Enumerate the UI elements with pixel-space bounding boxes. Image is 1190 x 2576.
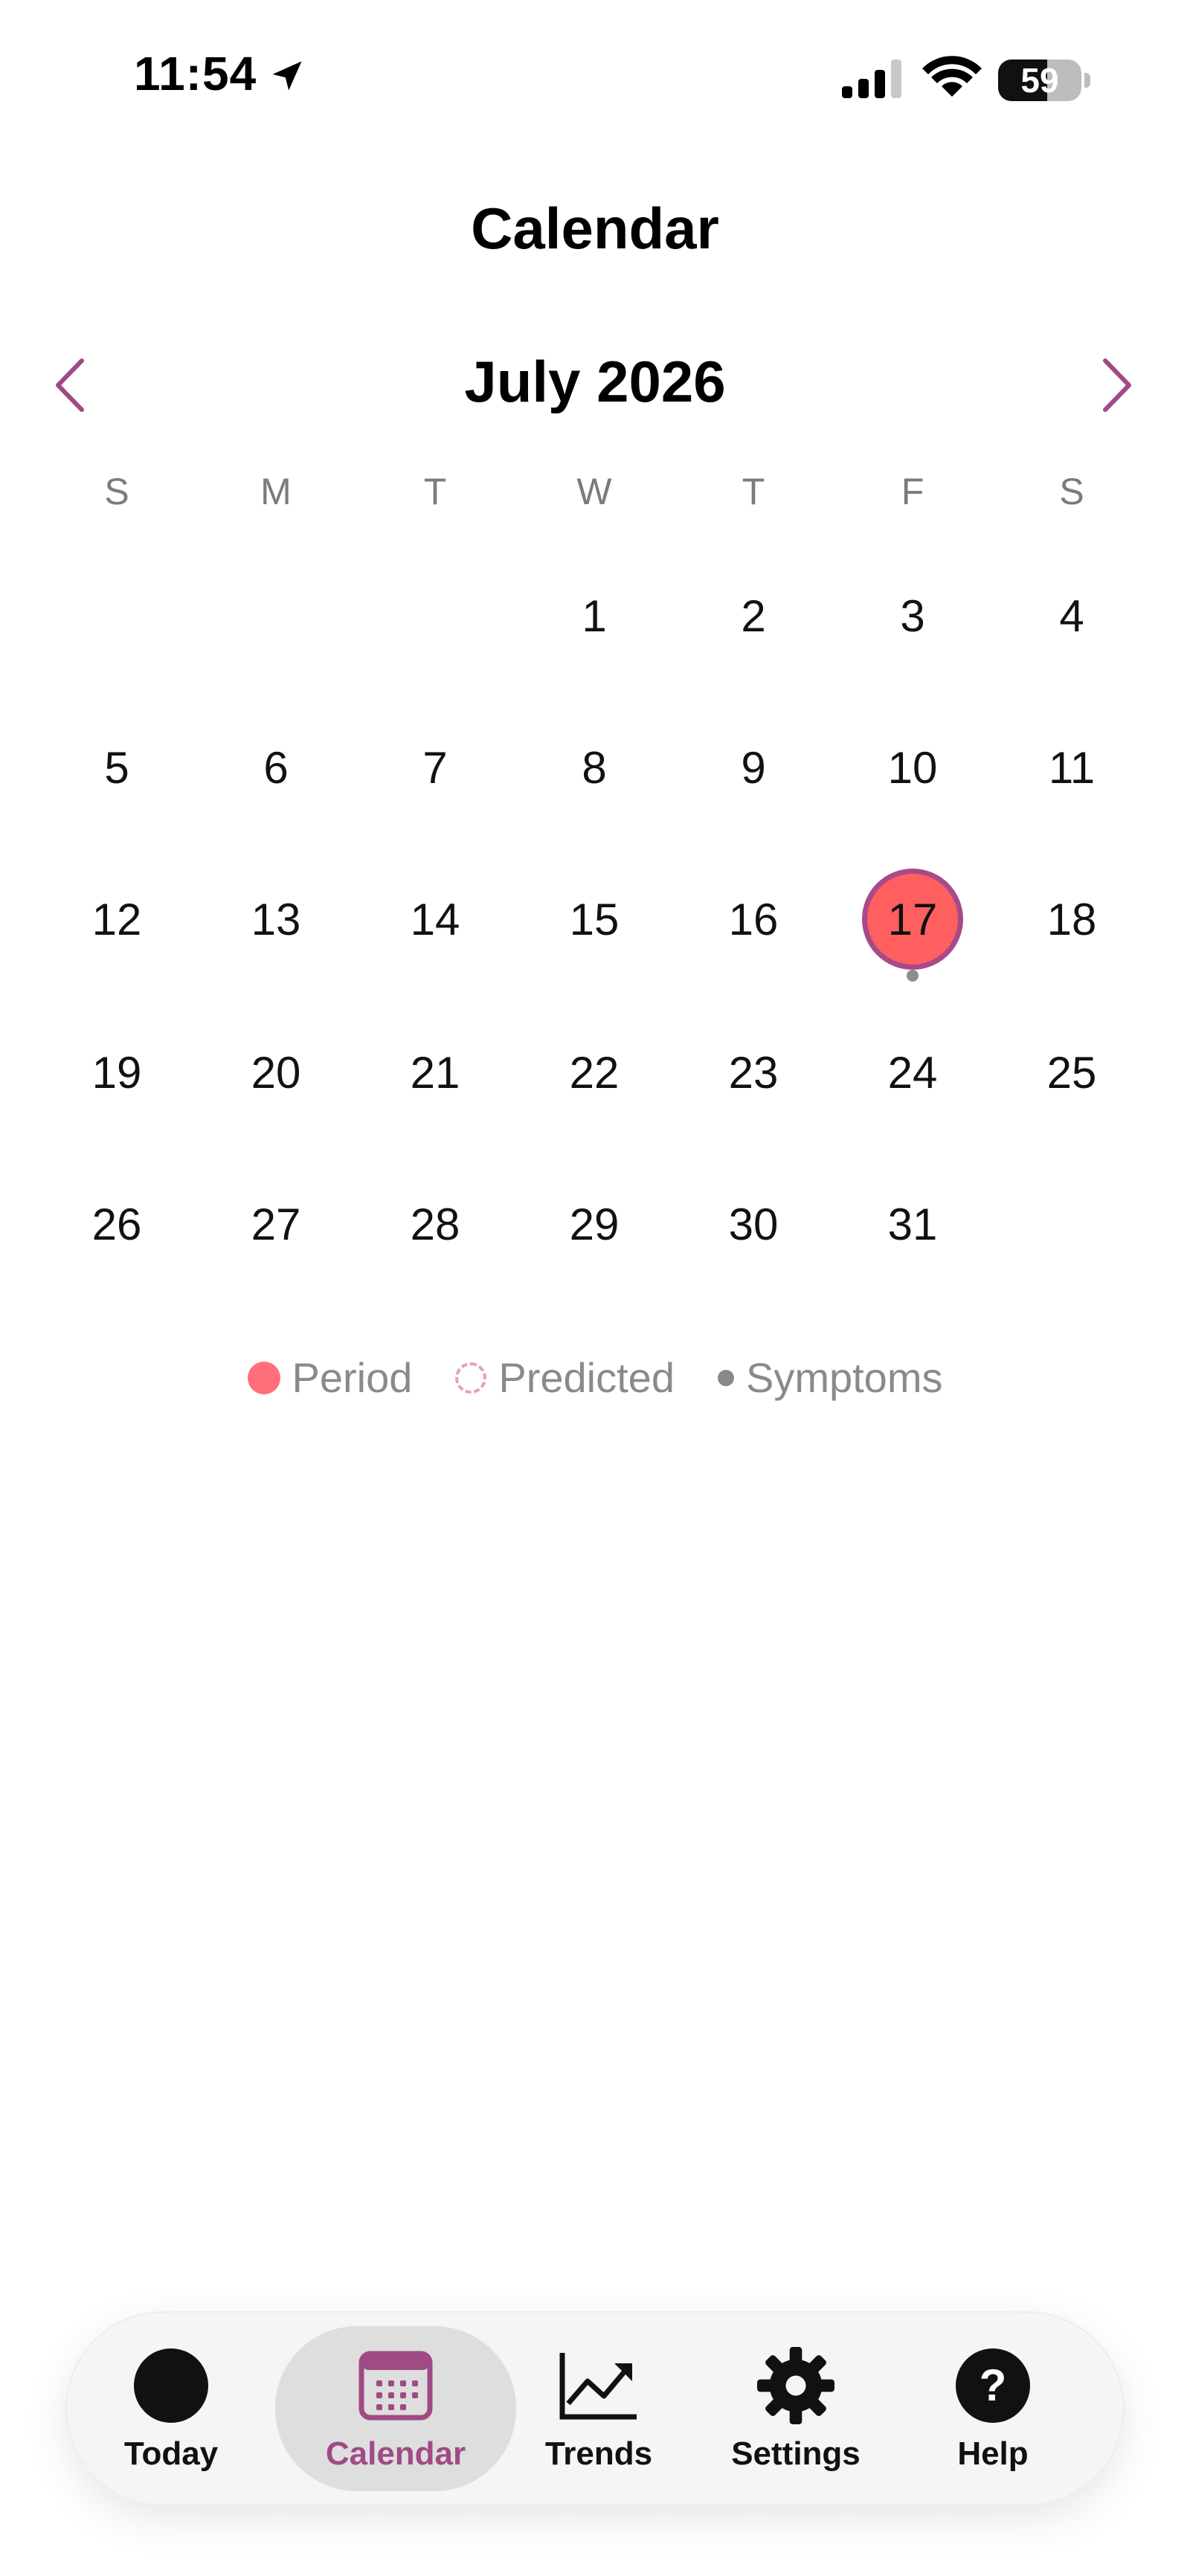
- month-title: July 2026: [464, 349, 726, 414]
- calendar-day[interactable]: 11: [992, 730, 1151, 805]
- symptom-dot-icon: [907, 970, 919, 982]
- svg-text:?: ?: [980, 2360, 1007, 2410]
- legend: Period Predicted Symptoms: [0, 1353, 1190, 1402]
- legend-symptoms: Symptoms: [717, 1353, 943, 1402]
- chevron-right-icon: [1103, 358, 1131, 412]
- calendar-day[interactable]: 8: [515, 730, 674, 805]
- selected-day-circle: 17: [862, 869, 963, 970]
- tab-calendar[interactable]: Calendar: [275, 2326, 516, 2491]
- calendar-day-selected[interactable]: 17: [833, 869, 992, 970]
- calendar-day[interactable]: 6: [196, 730, 356, 805]
- calendar-day[interactable]: 9: [674, 730, 833, 805]
- calendar-icon: [355, 2345, 437, 2427]
- tab-trends-label: Trends: [544, 2435, 653, 2472]
- calendar-day[interactable]: 26: [37, 1187, 196, 1261]
- legend-period-label: Period: [292, 1354, 413, 1401]
- calendar-day[interactable]: 19: [37, 1035, 196, 1110]
- calendar-day[interactable]: 30: [674, 1187, 833, 1261]
- calendar-day[interactable]: 2: [674, 579, 833, 653]
- weekday-header: T: [742, 471, 765, 512]
- calendar-day[interactable]: 18: [992, 882, 1151, 956]
- tab-calendar-label: Calendar: [325, 2435, 466, 2472]
- weekday-header: M: [260, 471, 292, 512]
- calendar-day[interactable]: 31: [833, 1187, 992, 1261]
- tab-settings-label: Settings: [731, 2435, 861, 2472]
- period-dot-icon: [247, 1361, 280, 1394]
- battery-percent: 59: [1020, 61, 1059, 100]
- legend-symptoms-label: Symptoms: [745, 1354, 943, 1401]
- next-month-button[interactable]: [1092, 355, 1144, 415]
- calendar-day[interactable]: 25: [992, 1035, 1151, 1110]
- calendar-day[interactable]: 22: [515, 1035, 674, 1110]
- tab-help[interactable]: ? Help: [922, 2326, 1064, 2491]
- symptom-dot-icon: [717, 1369, 734, 1386]
- wifi-icon: [922, 56, 982, 97]
- calendar-day[interactable]: 10: [833, 730, 992, 805]
- location-arrow-icon: [272, 61, 302, 91]
- weekday-header: W: [576, 471, 612, 512]
- tab-help-label: Help: [957, 2435, 1029, 2472]
- calendar-day[interactable]: 3: [833, 579, 992, 653]
- gear-icon: [755, 2345, 837, 2427]
- trend-chart-icon: [558, 2345, 640, 2427]
- status-time: 11:54: [134, 47, 257, 100]
- question-icon: ?: [952, 2345, 1034, 2427]
- calendar-day[interactable]: 27: [196, 1187, 356, 1261]
- tab-settings[interactable]: Settings: [707, 2326, 885, 2491]
- weekday-header: T: [423, 471, 447, 512]
- status-bar: 11:54 59: [0, 0, 1190, 156]
- tab-trends[interactable]: Trends: [528, 2326, 669, 2491]
- weekday-header: F: [901, 471, 924, 512]
- calendar-day[interactable]: 1: [515, 579, 674, 653]
- calendar-day[interactable]: 20: [196, 1035, 356, 1110]
- calendar-day[interactable]: 14: [356, 882, 515, 956]
- tab-today[interactable]: Today: [97, 2326, 245, 2491]
- calendar-day[interactable]: 21: [356, 1035, 515, 1110]
- legend-predicted: Predicted: [455, 1353, 675, 1402]
- legend-predicted-label: Predicted: [498, 1354, 675, 1401]
- calendar-day[interactable]: 16: [674, 882, 833, 956]
- weekday-header: S: [1059, 471, 1084, 512]
- calendar-day[interactable]: 5: [37, 730, 196, 805]
- calendar-day[interactable]: 28: [356, 1187, 515, 1261]
- battery-icon: 59: [998, 59, 1081, 101]
- calendar-day[interactable]: 13: [196, 882, 356, 956]
- calendar-day[interactable]: 29: [515, 1187, 674, 1261]
- weekday-header: S: [104, 471, 129, 512]
- tab-today-label: Today: [123, 2435, 219, 2472]
- calendar-day[interactable]: 15: [515, 882, 674, 956]
- calendar-day[interactable]: 7: [356, 730, 515, 805]
- battery-cap: [1084, 73, 1090, 88]
- calendar-day[interactable]: 24: [833, 1035, 992, 1110]
- predicted-dashed-circle-icon: [455, 1362, 487, 1394]
- calendar-day[interactable]: 4: [992, 579, 1151, 653]
- calendar-day[interactable]: 12: [37, 882, 196, 956]
- circle-icon: [130, 2345, 212, 2427]
- cellular-signal-icon: [842, 59, 901, 98]
- legend-period: Period: [247, 1353, 413, 1402]
- calendar-day[interactable]: 23: [674, 1035, 833, 1110]
- page-title: Calendar: [471, 196, 719, 261]
- tab-bar: Today Calendar Trends Settings ? Help: [67, 2313, 1123, 2505]
